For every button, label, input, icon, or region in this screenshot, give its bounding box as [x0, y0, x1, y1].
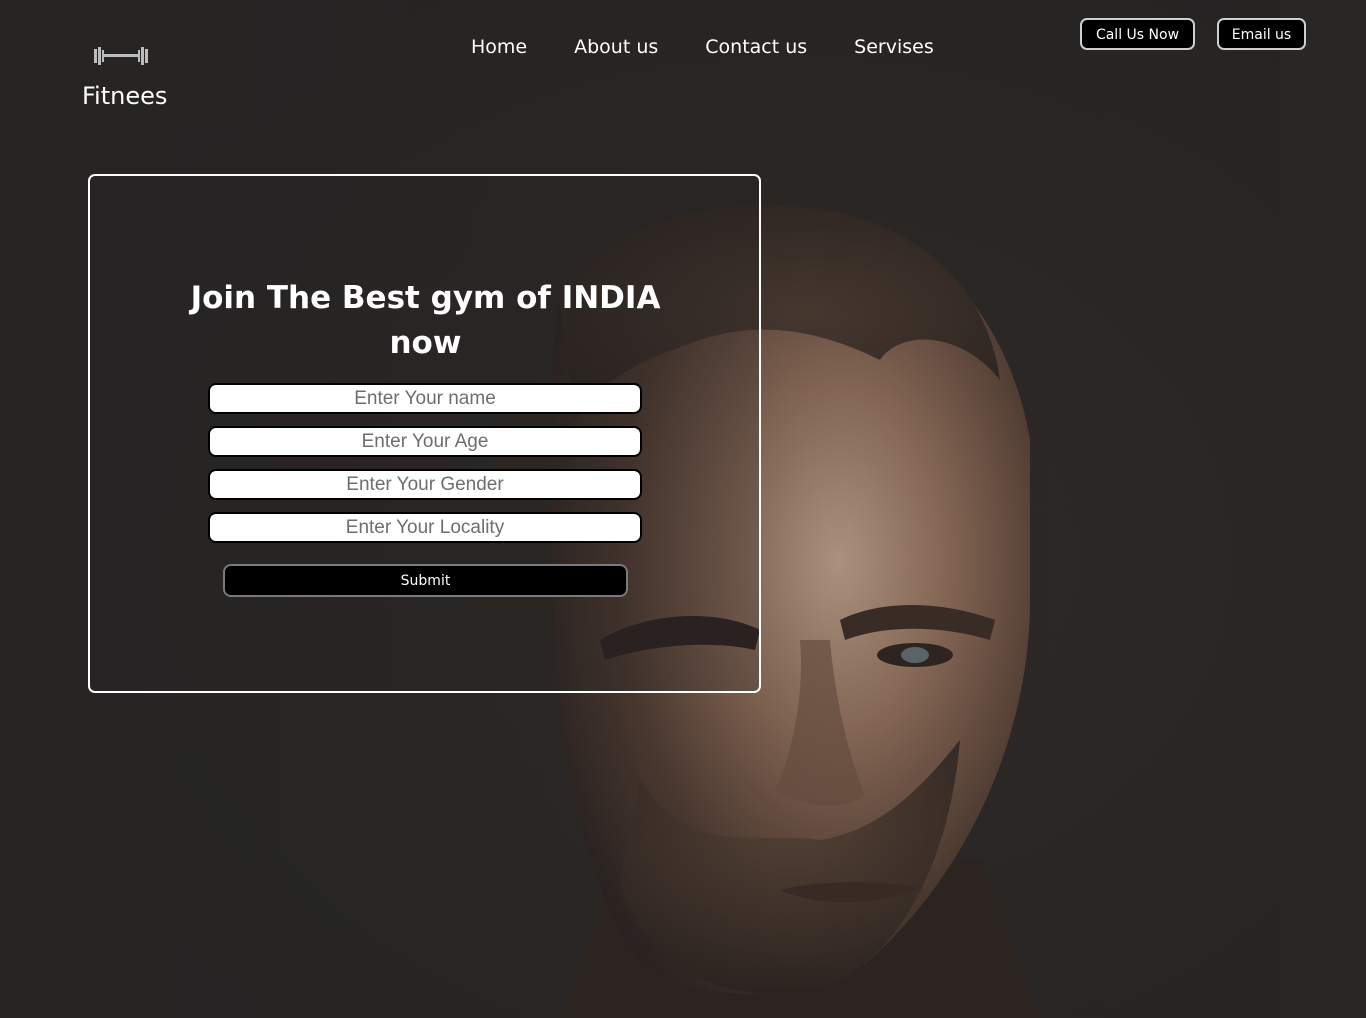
dumbbell-icon	[94, 47, 148, 65]
age-input[interactable]	[208, 426, 642, 457]
main-nav: Home About us Contact us Servises	[471, 36, 934, 58]
name-input[interactable]	[208, 383, 642, 414]
call-us-button[interactable]: Call Us Now	[1080, 18, 1195, 50]
brand-name: Fitnees	[82, 82, 168, 110]
nav-contact-link[interactable]: Contact us	[705, 36, 807, 58]
page: Fitnees Home About us Contact us Servise…	[0, 0, 1366, 1018]
form-title-line-2: now	[389, 325, 462, 361]
page-edge-strip	[1280, 0, 1366, 1018]
email-us-button[interactable]: Email us	[1217, 18, 1306, 50]
locality-input[interactable]	[208, 512, 642, 543]
join-form-card: Join The Best gym of INDIA now Submit	[88, 174, 761, 693]
nav-home-link[interactable]: Home	[471, 36, 527, 58]
form-title-line-1: Join The Best gym of INDIA	[190, 280, 661, 316]
submit-button[interactable]: Submit	[223, 564, 628, 597]
form-title: Join The Best gym of INDIA now	[90, 276, 761, 366]
nav-services-link[interactable]: Servises	[854, 36, 934, 58]
nav-about-link[interactable]: About us	[574, 36, 658, 58]
gender-input[interactable]	[208, 469, 642, 500]
